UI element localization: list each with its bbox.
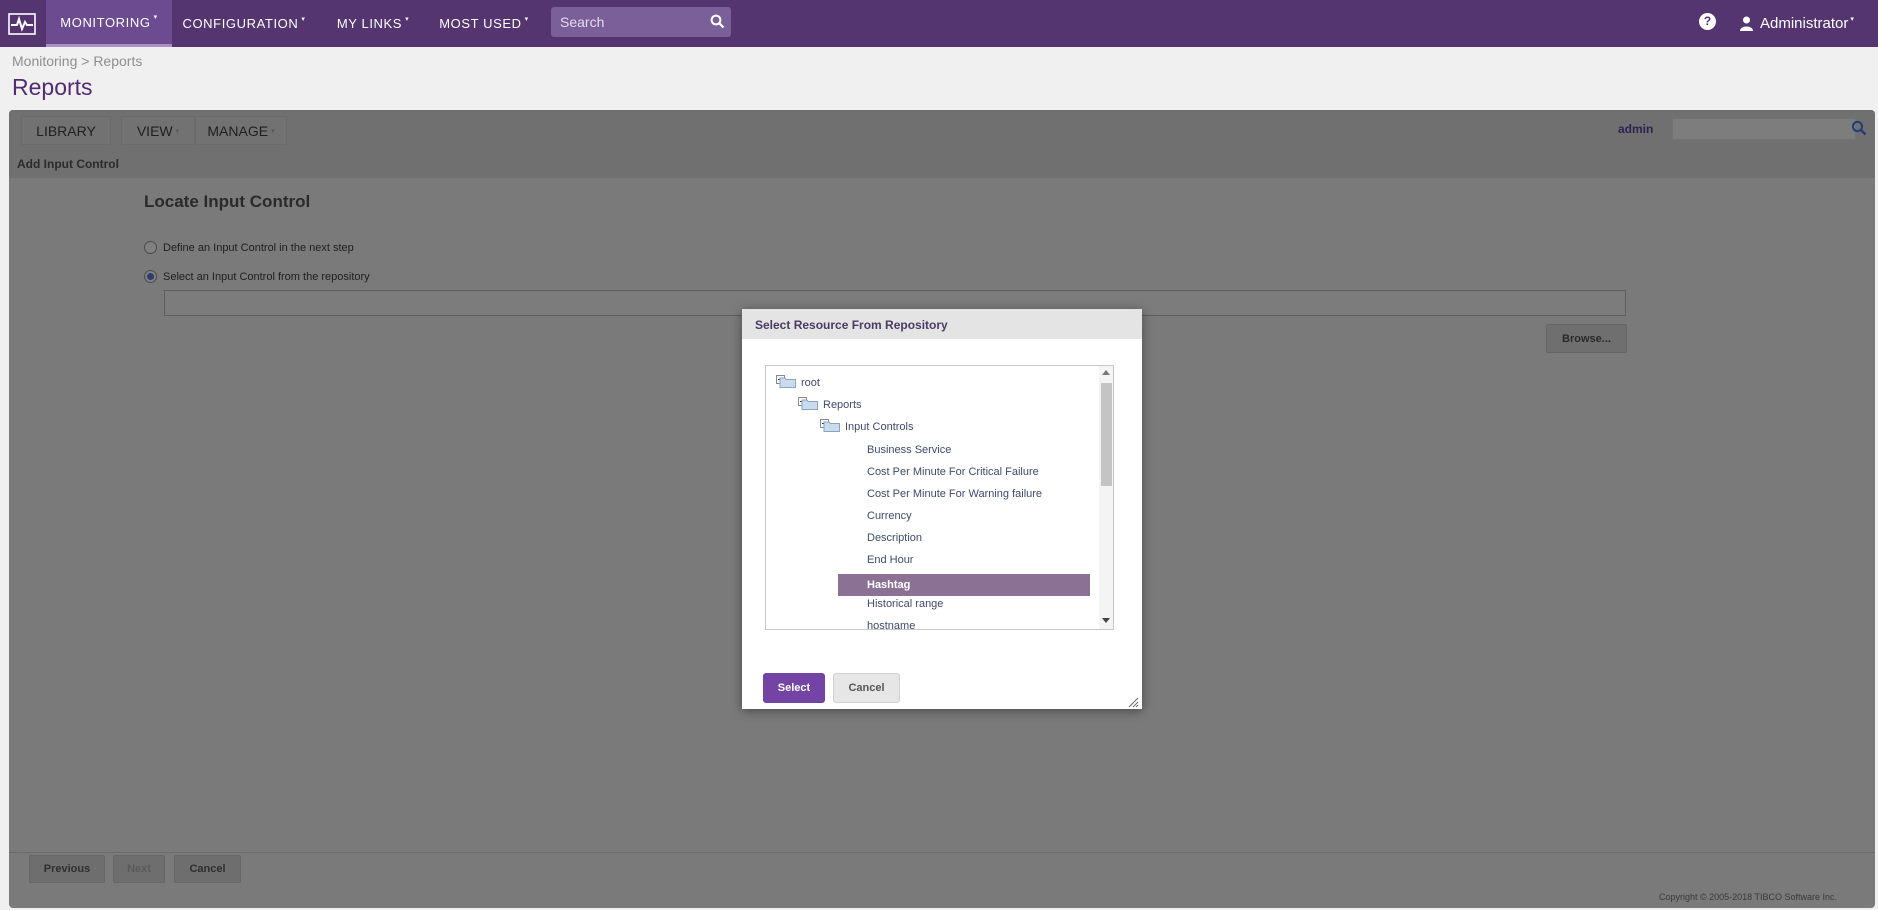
app-logo-icon[interactable] bbox=[0, 0, 44, 47]
page-title: Reports bbox=[12, 74, 93, 100]
scrollbar-thumb[interactable] bbox=[1101, 383, 1112, 486]
browse-button[interactable]: Browse... bbox=[1546, 324, 1627, 353]
tree-item[interactable]: Cost Per Minute For Critical Failure bbox=[867, 464, 1039, 480]
global-search-input[interactable] bbox=[551, 7, 701, 37]
option-define[interactable]: Define an Input Control in the next step bbox=[144, 241, 354, 254]
divider bbox=[9, 852, 1875, 853]
dialog-cancel-button[interactable]: Cancel bbox=[833, 673, 900, 703]
next-button[interactable]: Next bbox=[113, 855, 165, 883]
caret-icon: ▾ bbox=[153, 14, 158, 21]
repository-search-input[interactable] bbox=[1672, 118, 1856, 140]
repository-tree: root Reports Input Controls Business Ser… bbox=[765, 365, 1114, 630]
breadcrumb[interactable]: Monitoring > Reports bbox=[12, 53, 142, 69]
folder-icon bbox=[776, 375, 796, 391]
caret-icon: ▾ bbox=[301, 15, 306, 23]
folder-icon bbox=[798, 397, 818, 413]
resize-grip-icon[interactable] bbox=[1128, 695, 1139, 713]
wizard-title: Add Input Control bbox=[17, 157, 119, 171]
tree-node-root[interactable]: root bbox=[776, 375, 820, 391]
tree-node-input-controls[interactable]: Input Controls bbox=[820, 419, 913, 435]
toolbar-user-label: admin bbox=[1618, 122, 1654, 136]
select-resource-dialog: Select Resource From Repository root Rep… bbox=[742, 309, 1142, 709]
help-icon[interactable]: ? bbox=[1699, 13, 1716, 30]
user-icon bbox=[1740, 16, 1753, 31]
option-define-label: Define an Input Control in the next step bbox=[163, 241, 354, 254]
wizard-header: Add Input Control bbox=[9, 150, 1875, 178]
top-nav: MONITORING ▾ CONFIGURATION ▾ MY LINKS ▾ MOS… bbox=[0, 0, 1878, 47]
toolbar: LIBRARY VIEW ▾ MANAGE ▾ admin bbox=[9, 110, 1875, 150]
tree-item[interactable]: Historical range bbox=[867, 596, 943, 612]
radio-define[interactable] bbox=[144, 241, 157, 254]
nav-my-links[interactable]: MY LINKS ▾ bbox=[330, 0, 416, 47]
search-icon[interactable] bbox=[710, 14, 725, 34]
nav-monitoring[interactable]: MONITORING ▾ bbox=[46, 0, 172, 47]
select-button[interactable]: Select bbox=[763, 673, 825, 703]
global-search bbox=[551, 7, 731, 37]
manage-menu-button[interactable]: MANAGE ▾ bbox=[195, 116, 287, 145]
tree-item[interactable]: Currency bbox=[867, 508, 912, 524]
caret-icon: ▾ bbox=[1850, 15, 1854, 23]
previous-button[interactable]: Previous bbox=[29, 855, 105, 883]
nav-most-used[interactable]: MOST USED ▾ bbox=[436, 0, 532, 47]
user-menu[interactable]: Administrator ▾ bbox=[1740, 0, 1854, 47]
user-name: Administrator bbox=[1760, 15, 1849, 32]
tree-item[interactable]: Business Service bbox=[867, 442, 951, 458]
folder-icon bbox=[820, 419, 840, 435]
tree-item[interactable]: End Hour bbox=[867, 552, 913, 568]
tree-node-reports[interactable]: Reports bbox=[798, 397, 862, 413]
section-title: Locate Input Control bbox=[144, 192, 311, 211]
option-select-label: Select an Input Control from the reposit… bbox=[163, 270, 370, 283]
scroll-up-icon[interactable] bbox=[1102, 370, 1110, 375]
library-button[interactable]: LIBRARY bbox=[21, 116, 111, 145]
option-select[interactable]: Select an Input Control from the reposit… bbox=[144, 270, 370, 283]
tree-item-selected[interactable]: Hashtag bbox=[838, 574, 1090, 596]
scroll-down-icon[interactable] bbox=[1102, 618, 1110, 623]
dialog-title: Select Resource From Repository bbox=[755, 318, 948, 332]
tree-item[interactable]: Cost Per Minute For Warning failure bbox=[867, 486, 1042, 502]
caret-icon: ▾ bbox=[271, 127, 275, 135]
tree-item[interactable]: hostname bbox=[867, 618, 915, 629]
radio-select[interactable] bbox=[144, 270, 157, 283]
cancel-button[interactable]: Cancel bbox=[174, 855, 241, 883]
caret-icon: ▾ bbox=[175, 127, 180, 135]
copyright: Copyright © 2005-2018 TIBCO Software Inc… bbox=[1659, 892, 1838, 902]
view-menu-button[interactable]: VIEW ▾ bbox=[121, 116, 195, 145]
tree-scrollbar[interactable] bbox=[1099, 366, 1113, 629]
search-icon[interactable] bbox=[1851, 120, 1867, 141]
dialog-header[interactable]: Select Resource From Repository bbox=[742, 309, 1142, 339]
tree-item[interactable]: Description bbox=[867, 530, 922, 546]
caret-icon: ▾ bbox=[524, 15, 529, 23]
nav-configuration[interactable]: CONFIGURATION ▾ bbox=[176, 0, 312, 47]
caret-icon: ▾ bbox=[405, 15, 410, 23]
